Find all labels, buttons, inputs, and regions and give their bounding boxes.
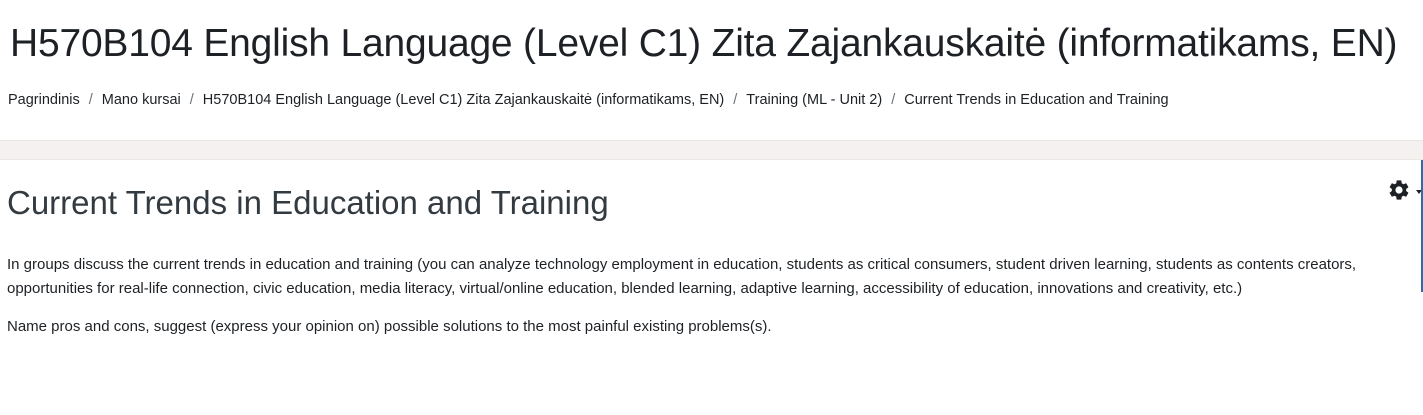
breadcrumb-separator: / — [88, 92, 93, 108]
page-header: H570B104 English Language (Level C1) Zit… — [0, 0, 1423, 140]
page-divider-band — [0, 140, 1423, 160]
breadcrumb: Pagrindinis / Mano kursai / H570B104 Eng… — [8, 92, 1169, 108]
description-paragraph: In groups discuss the current trends in … — [7, 256, 1357, 297]
breadcrumb-separator: / — [189, 92, 194, 108]
course-title: H570B104 English Language (Level C1) Zit… — [10, 22, 1398, 65]
gear-icon[interactable] — [1387, 178, 1411, 202]
breadcrumb-separator: / — [733, 92, 738, 108]
breadcrumb-item-course[interactable]: H570B104 English Language (Level C1) Zit… — [203, 92, 724, 108]
breadcrumb-item-my-courses[interactable]: Mano kursai — [102, 92, 181, 108]
breadcrumb-item-section[interactable]: Training (ML - Unit 2) — [746, 92, 882, 108]
activity-description: In groups discuss the current trends in … — [7, 253, 1417, 353]
breadcrumb-separator: / — [891, 92, 896, 108]
breadcrumb-item-home[interactable]: Pagrindinis — [8, 92, 80, 108]
description-paragraph: Name pros and cons, suggest (express you… — [7, 318, 772, 335]
activity-title: Current Trends in Education and Training — [7, 184, 609, 221]
breadcrumb-item-activity[interactable]: Current Trends in Education and Training — [904, 92, 1168, 108]
activity-content: Current Trends in Education and Training… — [0, 160, 1423, 415]
